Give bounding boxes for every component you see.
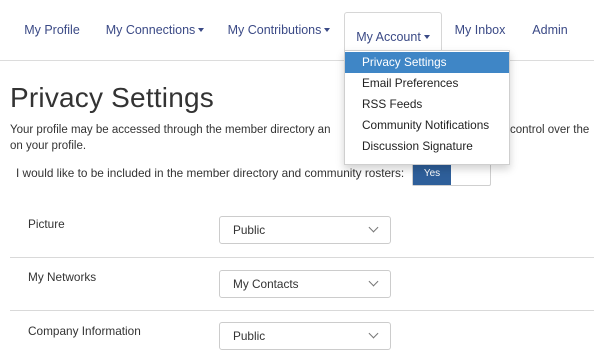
nav-admin[interactable]: Admin	[524, 0, 576, 60]
setting-label: Company Information	[28, 324, 141, 338]
menu-item-community-notifications[interactable]: Community Notifications	[345, 115, 509, 136]
caret-down-icon	[324, 28, 331, 32]
company-info-visibility-select[interactable]: Public	[219, 322, 391, 350]
nav-my-profile[interactable]: My Profile	[12, 0, 92, 60]
intro-line-2: on your profile.	[10, 140, 87, 152]
menu-item-privacy-settings[interactable]: Privacy Settings	[345, 52, 509, 73]
nav-my-contributions[interactable]: My Contributions	[218, 0, 340, 60]
caret-down-icon	[198, 28, 205, 32]
caret-down-icon	[423, 35, 430, 39]
directory-option-label: I would like to be included in the membe…	[16, 166, 405, 180]
chevron-down-icon	[368, 328, 379, 339]
settings-row-picture: Picture Public	[10, 200, 594, 258]
settings-row-my-networks: My Networks My Contacts	[10, 258, 594, 311]
nav-label: My Account	[356, 30, 421, 44]
intro-line-1-end: control over the	[510, 124, 590, 136]
setting-label: My Networks	[28, 270, 97, 284]
account-dropdown-menu: Privacy Settings Email Preferences RSS F…	[344, 50, 510, 165]
chevron-down-icon	[368, 276, 379, 287]
setting-label: Picture	[28, 217, 65, 231]
nav-label: My Profile	[24, 23, 80, 37]
networks-visibility-select[interactable]: My Contacts	[219, 270, 391, 298]
settings-row-company-information: Company Information Public	[10, 311, 594, 358]
nav-label: My Connections	[105, 23, 196, 37]
menu-item-email-preferences[interactable]: Email Preferences	[345, 73, 509, 94]
intro-line-1-start: Your profile may be accessed through the…	[10, 124, 331, 136]
nav-my-connections[interactable]: My Connections	[96, 0, 214, 60]
menu-item-rss-feeds[interactable]: RSS Feeds	[345, 94, 509, 115]
nav-label: Admin	[532, 23, 568, 37]
select-value: My Contacts	[233, 277, 299, 291]
nav-label: My Inbox	[454, 23, 506, 37]
nav-label: My Contributions	[227, 23, 322, 37]
select-value: Public	[233, 223, 266, 237]
picture-visibility-select[interactable]: Public	[219, 216, 391, 244]
select-value: Public	[233, 329, 266, 343]
chevron-down-icon	[368, 222, 379, 233]
menu-item-discussion-signature[interactable]: Discussion Signature	[345, 136, 509, 157]
toggle-yes: Yes	[413, 162, 451, 185]
page-title: Privacy Settings	[10, 82, 214, 113]
